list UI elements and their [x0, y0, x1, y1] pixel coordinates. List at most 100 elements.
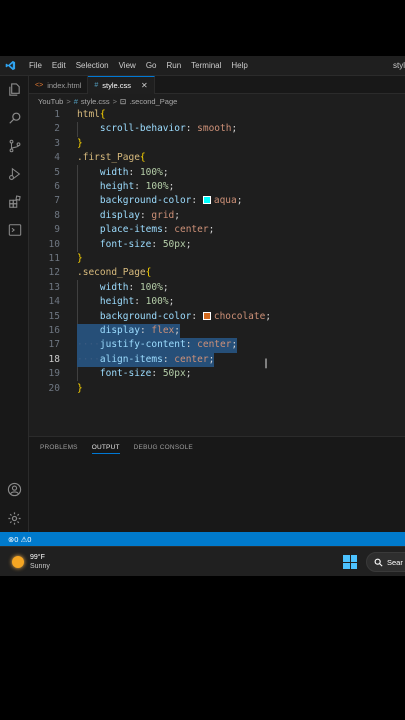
title-bar: File Edit Selection View Go Run Terminal… [0, 56, 405, 76]
code-text: place-items: center; [77, 223, 214, 237]
code-text: width: 100%; [77, 281, 169, 295]
breadcrumb-symbol[interactable]: .second_Page [129, 97, 177, 106]
code-line[interactable]: 19 font-size: 50px; [29, 367, 405, 381]
code-token: center [174, 353, 209, 365]
code-text: .second_Page{ [77, 266, 151, 280]
code-line[interactable]: 6 height: 100%; [29, 180, 405, 194]
code-token: flex [151, 325, 175, 336]
code-token: 100% [139, 281, 163, 293]
menu-view[interactable]: View [114, 56, 141, 76]
weather-widget[interactable]: 99°F Sunny [12, 553, 50, 571]
search-icon [374, 558, 383, 567]
code-token: chocolate [213, 310, 266, 322]
code-text: display: grid; [77, 209, 180, 223]
breadcrumb: YouTub > # style.css > ⊡ .second_Page [29, 94, 405, 108]
problems-status[interactable]: ⊗0 ⚠0 [8, 535, 31, 544]
html-file-icon: <> [35, 81, 44, 89]
code-line[interactable]: 2 scroll-behavior: smooth; [29, 122, 405, 136]
code-line[interactable]: 8 display: grid; [29, 209, 405, 223]
code-line[interactable]: 12 .second_Page{ [29, 266, 405, 280]
code-token: ; [208, 224, 215, 236]
search-label: Sear [387, 557, 403, 567]
code-token: ; [236, 195, 243, 207]
line-number: 17 [48, 339, 60, 351]
code-line[interactable]: 16 display: flex; [29, 324, 405, 339]
tab-label: style.css [102, 81, 132, 90]
source-control-icon[interactable] [6, 137, 23, 154]
menu-file[interactable]: File [24, 56, 47, 76]
code-token: ; [185, 238, 192, 250]
code-line[interactable]: 4 .first_Page{ [29, 151, 405, 165]
code-line[interactable]: 5 width: 100%; [29, 166, 405, 180]
tab-output[interactable]: OUTPUT [91, 444, 120, 454]
code-line[interactable]: 17 ····justify-content: center; [29, 338, 405, 353]
menu-go[interactable]: Go [141, 56, 162, 76]
css-file-icon: # [73, 96, 78, 106]
color-swatch[interactable] [202, 196, 211, 205]
menu-terminal[interactable]: Terminal [186, 56, 226, 76]
code-line[interactable]: 13 width: 100%; [29, 281, 405, 295]
line-number: 8 [54, 209, 60, 221]
code-token: ; [162, 281, 169, 293]
code-token: 50px [162, 238, 186, 250]
menu-help[interactable]: Help [226, 56, 252, 76]
explorer-icon[interactable] [6, 81, 23, 98]
code-line[interactable]: 14 height: 100%; [29, 295, 405, 309]
tab-index-html[interactable]: <> index.html [29, 76, 89, 94]
windows-start-icon[interactable] [343, 555, 357, 569]
code-token: ; [185, 368, 192, 380]
menu-edit[interactable]: Edit [47, 56, 71, 76]
breadcrumb-file[interactable]: style.css [81, 97, 110, 106]
code-token: ; [168, 181, 175, 192]
tab-style-css[interactable]: # style.css ✕ [88, 76, 155, 94]
line-number: 2 [54, 123, 60, 135]
code-line[interactable]: 11} [29, 252, 405, 266]
code-line[interactable]: 20} [29, 382, 405, 396]
terminal-panel-icon[interactable] [6, 221, 23, 238]
code-token: : [134, 181, 146, 192]
code-token: : [139, 325, 152, 336]
code-line[interactable]: 9 place-items: center; [29, 223, 405, 237]
line-number: 16 [48, 325, 60, 336]
chevron-right-icon: > [112, 96, 118, 106]
code-token: { [145, 267, 152, 279]
code-token: grid [151, 209, 175, 221]
code-line[interactable]: 3} [29, 137, 405, 151]
run-debug-icon[interactable] [6, 165, 23, 182]
search-icon[interactable] [6, 109, 23, 126]
line-number: 7 [54, 195, 60, 207]
window-title: styl [393, 61, 405, 70]
close-tab-icon[interactable]: ✕ [141, 81, 148, 90]
code-token: : [134, 296, 146, 308]
tab-problems[interactable]: PROBLEMS [40, 444, 78, 451]
menu-run[interactable]: Run [161, 56, 186, 76]
menu-selection[interactable]: Selection [71, 56, 114, 76]
account-icon[interactable] [6, 481, 23, 498]
code-line[interactable]: 18 ····align-items: center; [29, 352, 405, 368]
breadcrumb-folder[interactable]: YouTub [38, 97, 63, 106]
code-token: : [162, 224, 175, 236]
code-line[interactable]: 1 html{ [29, 108, 405, 122]
tab-debug-console[interactable]: DEBUG CONSOLE [134, 444, 193, 451]
chevron-right-icon: > [66, 96, 71, 106]
taskbar-search[interactable]: Sear [366, 552, 405, 572]
code-line[interactable]: 10 font-size: 50px; [29, 238, 405, 252]
code-line[interactable]: 15 background-color: chocolate; [29, 310, 405, 324]
code-editor[interactable]: 1 html{2 scroll-behavior: smooth; 3} 4 .firs… [29, 108, 405, 438]
code-token: ; [208, 353, 215, 365]
settings-gear-icon[interactable] [6, 510, 23, 527]
line-number: 11 [48, 253, 60, 264]
editor-tab-bar: <> index.html # style.css ✕ [29, 76, 405, 94]
color-swatch[interactable] [202, 311, 211, 320]
weather-temperature: 99°F [30, 553, 45, 561]
extensions-icon[interactable] [6, 193, 23, 210]
code-line[interactable]: 7 background-color: aqua; [29, 194, 405, 208]
code-token: font-size [99, 368, 152, 380]
code-text: display: flex; [77, 324, 181, 339]
code-token: : [151, 238, 163, 250]
code-token: 100% [145, 296, 169, 308]
vscode-logo-icon[interactable] [0, 56, 20, 76]
